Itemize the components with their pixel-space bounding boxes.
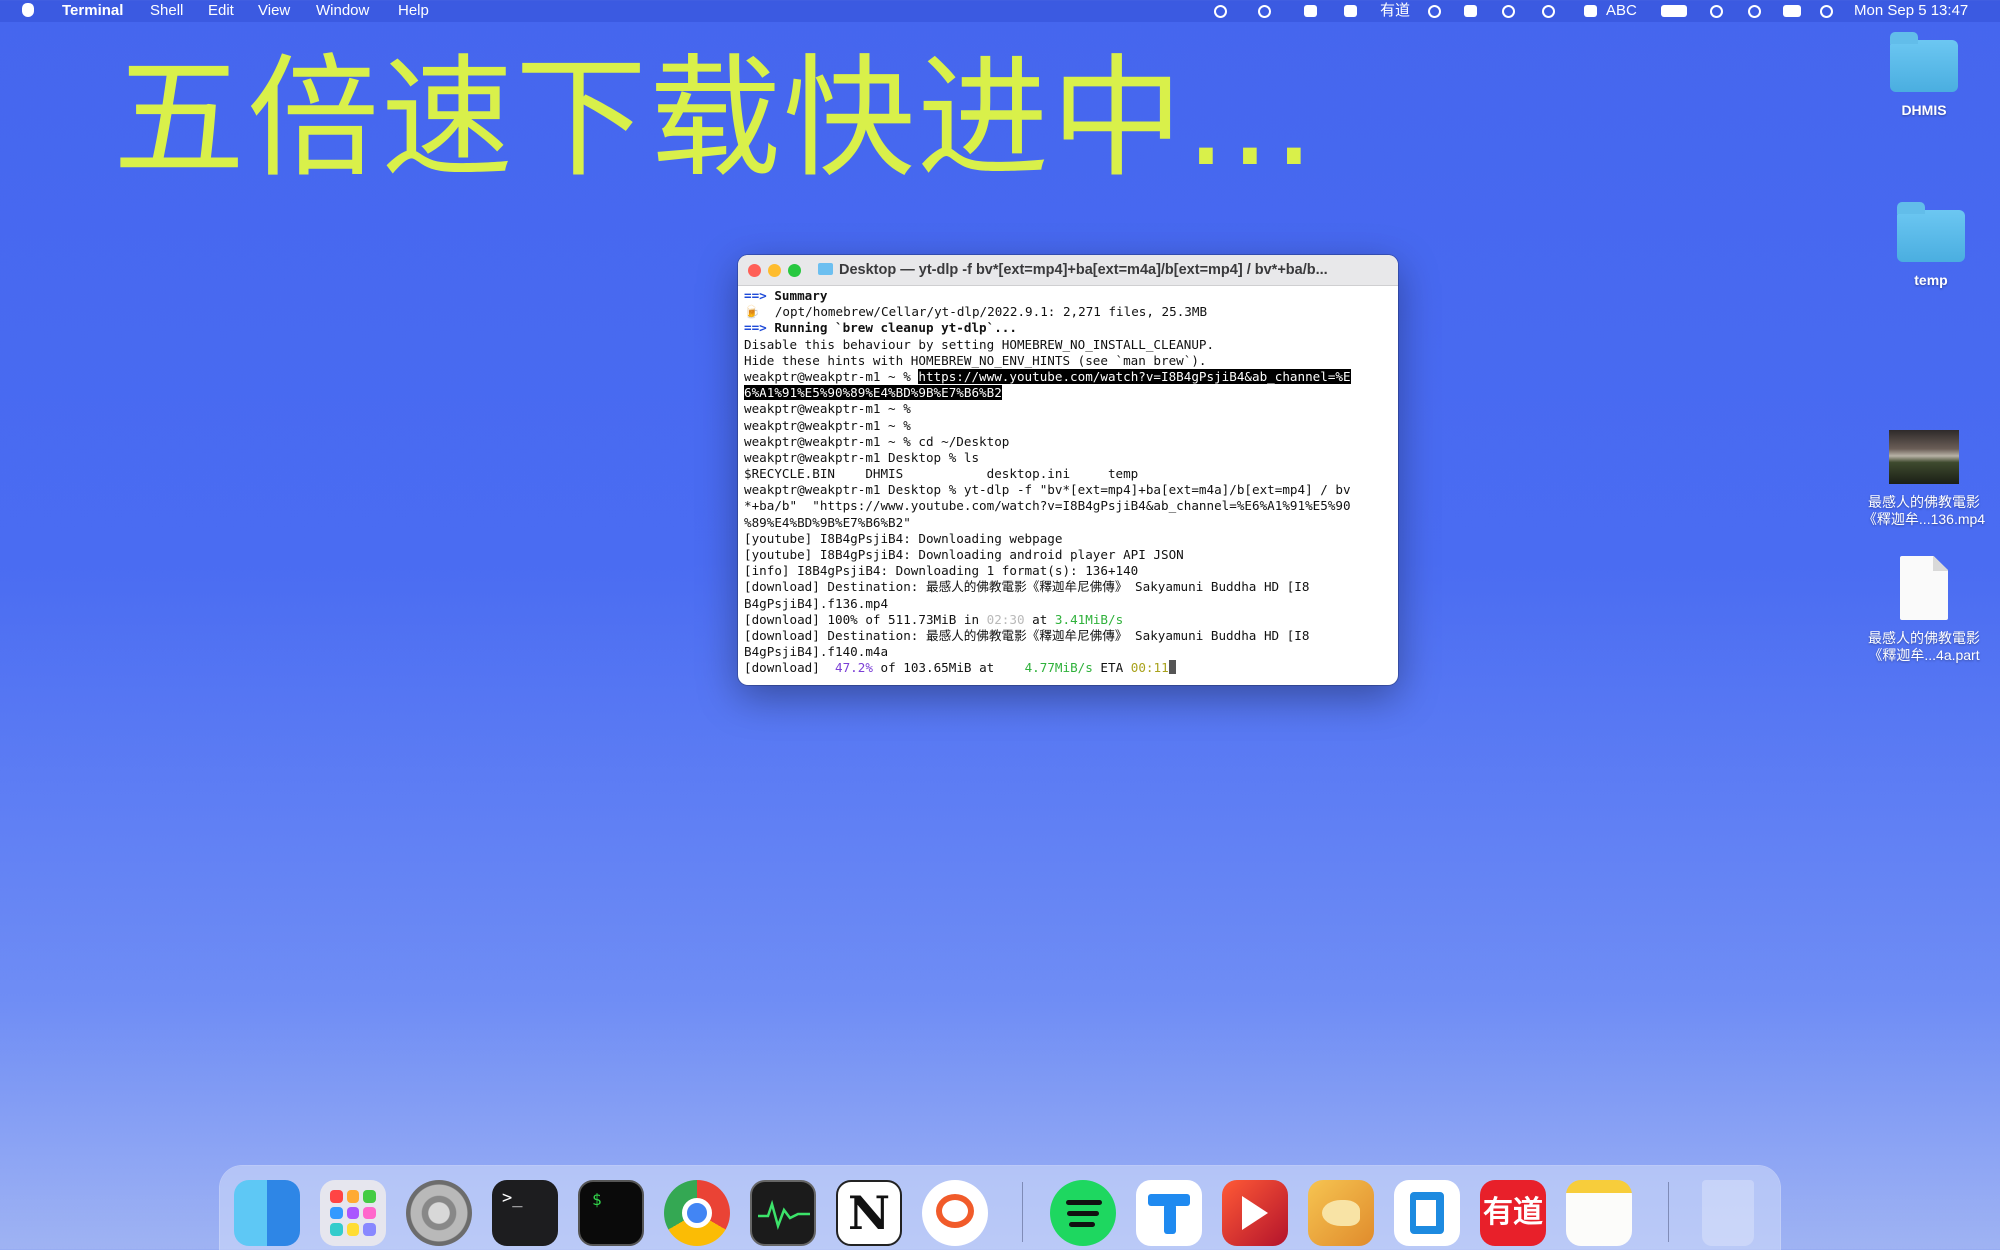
terminal-line: ==> Summary [744,288,828,303]
overlay-caption: 五倍速下载快进中... [113,42,1317,196]
terminal-line: 🍺 /opt/homebrew/Cellar/yt-dlp/2022.9.1: … [744,304,1208,320]
siri-icon[interactable] [1256,2,1272,20]
desktop-item-label: temp [1914,272,1948,288]
selected-text: 6%A1%91%E5%90%89%E4%BD%9B%E7%B6%B2 [744,385,1002,401]
terminal-line: [download] 47.2% of 103.65MiB at 4.77MiB… [744,660,1394,676]
system-preferences-icon[interactable] [406,1180,472,1246]
terminal-line: weakptr@weakptr-m1 ~ % cd ~/Desktop [744,433,1010,449]
battery-icon[interactable] [1660,2,1688,20]
close-icon[interactable] [748,264,761,277]
terminal-line: weakptr@weakptr-m1 ~ % https://www.youtu… [744,368,1351,384]
record-icon[interactable] [1212,2,1228,20]
menu-help[interactable]: Help [398,0,429,22]
iterm-app-icon[interactable]: $ [578,1180,644,1246]
notion-icon[interactable]: N [836,1180,902,1246]
input-source-label[interactable]: ABC [1606,0,1637,22]
selected-text: https://www.youtube.com/watch?v=I8B4gPsj… [918,368,1351,384]
launchpad-icon[interactable] [320,1180,386,1246]
menu-bar: Terminal Shell Edit View Window Help 有道 … [0,0,2000,22]
terminal-line: [download] Destination: 最感人的佛教電影《釋迦牟尼佛傳》… [744,627,1310,643]
menubar-clock[interactable]: Mon Sep 5 13:47 [1854,0,1968,22]
dock: >_ $ N 有道 [220,1166,1780,1250]
terminal-line: weakptr@weakptr-m1 Desktop % ls [744,449,980,465]
desktop-item-label: 最感人的佛教電影 《釋迦牟...136.mp4 [1862,494,1986,527]
terminal-line: *+ba/b" "https://www.youtube.com/watch?v… [744,498,1351,514]
bluetooth-icon[interactable] [1500,2,1516,20]
terminal-line: [download] 100% of 511.73MiB in 02:30 at… [744,611,1124,627]
pin-app-icon[interactable] [1136,1180,1202,1246]
document-icon [1900,556,1948,620]
chrome-icon[interactable] [664,1180,730,1246]
zoom-icon[interactable] [788,264,801,277]
input-method-icon[interactable] [1582,2,1598,20]
desktop-item-label: 最感人的佛教電影 《釋迦牟...4a.part [1868,630,1980,663]
terminal-line: weakptr@weakptr-m1 ~ % [744,417,911,433]
tableplus-icon[interactable] [1308,1180,1374,1246]
desktop-item-dhmis[interactable]: DHMIS [1849,32,1999,119]
vscode-icon[interactable] [1394,1180,1460,1246]
terminal-line: [youtube] I8B4gPsjiB4: Downloading webpa… [744,530,1063,546]
messages-icon[interactable] [922,1180,988,1246]
youdao-tray-label[interactable]: 有道 [1380,0,1410,22]
terminal-line: ==> Running `brew cleanup yt-dlp`... [744,320,1017,336]
terminal-line: weakptr@weakptr-m1 ~ % [744,401,911,417]
terminal-line: [download] Destination: 最感人的佛教電影《釋迦牟尼佛傳》… [744,579,1310,595]
terminal-app-icon[interactable]: >_ [492,1180,558,1246]
finder-icon[interactable] [234,1180,300,1246]
folder-icon [1890,32,1958,92]
minimize-icon[interactable] [768,264,781,277]
menu-shell[interactable]: Shell [150,0,183,22]
activity-graph-icon [758,1199,810,1231]
folder-icon [818,263,833,275]
activity-monitor-icon[interactable] [750,1180,816,1246]
menu-window[interactable]: Window [316,0,369,22]
terminal-line: B4gPsjiB4].f136.mp4 [744,595,889,611]
app-tray-icon[interactable] [1342,2,1358,20]
desktop-item-label: DHMIS [1901,102,1947,118]
dock-separator [1022,1182,1023,1242]
desktop-item-video[interactable]: 最感人的佛教電影 《釋迦牟...136.mp4 [1849,430,1999,528]
notes-icon[interactable] [1566,1180,1632,1246]
trash-icon[interactable] [1702,1180,1754,1246]
apple-menu-icon[interactable] [22,3,34,17]
desktop-item-part-file[interactable]: 最感人的佛教電影 《釋迦牟...4a.part [1849,556,1999,664]
siri-color-icon[interactable] [1818,2,1834,20]
terminal-output[interactable]: ==> Summary 🍺 /opt/homebrew/Cellar/yt-dl… [744,288,1394,681]
terminal-line: $RECYCLE.BIN DHMIS desktop.ini temp [744,466,1139,482]
menu-view[interactable]: View [258,0,290,22]
video-thumbnail [1889,430,1959,484]
menu-app-name[interactable]: Terminal [62,0,123,22]
control-center-icon[interactable] [1782,2,1802,20]
terminal-line: Hide these hints with HOMEBREW_NO_ENV_HI… [744,352,1207,368]
infuse-icon[interactable] [1222,1180,1288,1246]
menu-edit[interactable]: Edit [208,0,234,22]
terminal-line: weakptr@weakptr-m1 Desktop % yt-dlp -f "… [744,482,1351,498]
shortcut-icon[interactable] [1302,2,1318,20]
terminal-title: Desktop — yt-dlp -f bv*[ext=mp4]+ba[ext=… [839,262,1328,278]
terminal-line: Disable this behaviour by setting HOMEBR… [744,336,1215,352]
clipboard-icon[interactable] [1462,2,1478,20]
wifi-icon[interactable] [1708,2,1724,20]
terminal-line: [youtube] I8B4gPsjiB4: Downloading andro… [744,547,1184,562]
terminal-cursor [1168,660,1176,675]
terminal-titlebar[interactable]: Desktop — yt-dlp -f bv*[ext=mp4]+ba[ext=… [738,255,1398,286]
time-machine-icon[interactable] [1540,2,1556,20]
folder-icon [1897,202,1965,262]
youdao-icon[interactable]: 有道 [1480,1180,1546,1246]
terminal-line: 6%A1%91%E5%90%89%E4%BD%9B%E7%B6%B2 [744,385,1394,401]
desktop-item-temp[interactable]: temp [1856,202,2000,289]
terminal-line: %89%E4%BD%9B%E7%B6%B2" [744,514,911,530]
dock-separator [1668,1182,1669,1242]
gear-tray-icon[interactable] [1426,2,1442,20]
spotify-icon[interactable] [1050,1180,1116,1246]
terminal-line: [info] I8B4gPsjiB4: Downloading 1 format… [744,563,1139,579]
terminal-line: B4gPsjiB4].f140.m4a [744,644,889,660]
terminal-window[interactable]: Desktop — yt-dlp -f bv*[ext=mp4]+ba[ext=… [738,255,1398,685]
search-icon[interactable] [1746,2,1762,20]
